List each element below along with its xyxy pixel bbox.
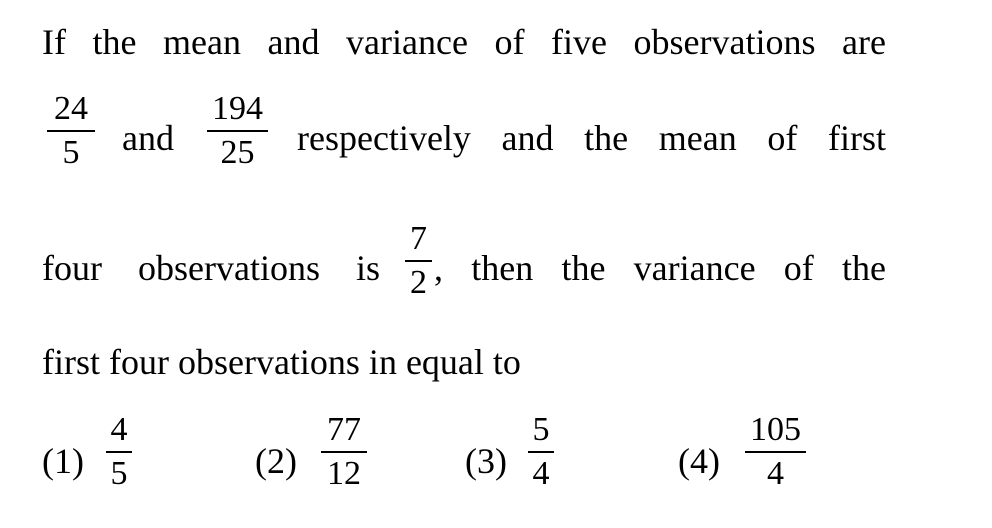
numerator: 4	[110, 411, 128, 448]
numerator: 24	[54, 90, 88, 127]
question-line-1: If the mean and variance of five observa…	[42, 22, 886, 62]
fraction-variance: 194 25	[207, 92, 268, 170]
denominator: 5	[62, 134, 80, 171]
numerator: 105	[750, 411, 801, 448]
numerator: 194	[212, 90, 263, 127]
option-3-fraction: 5 4	[528, 413, 554, 491]
option-2-label: (2)	[255, 441, 297, 481]
denominator: 5	[110, 455, 128, 492]
question-line-4: first four observations in equal to	[42, 342, 521, 382]
option-4-label: (4)	[678, 441, 720, 481]
numerator: 77	[327, 411, 361, 448]
question-line-3-rest: , then the variance of the	[434, 248, 886, 288]
option-2-fraction: 77 12	[321, 413, 367, 491]
denominator: 12	[327, 455, 361, 492]
question-line-2: respectively and the mean of first	[297, 118, 886, 158]
denominator: 4	[767, 455, 784, 492]
question-line-3-start: four observations is	[42, 248, 380, 288]
and-word: and	[122, 118, 174, 158]
denominator: 25	[220, 134, 255, 171]
fraction-mean: 24 5	[47, 92, 95, 170]
fraction-mean-four: 7 2	[405, 222, 432, 300]
numerator: 5	[532, 411, 550, 448]
option-1-label: (1)	[42, 441, 84, 481]
option-4-fraction: 105 4	[745, 413, 806, 491]
question-page: If the mean and variance of five observa…	[0, 0, 992, 528]
numerator: 7	[410, 220, 427, 257]
denominator: 4	[532, 455, 550, 492]
denominator: 2	[410, 264, 427, 301]
option-3-label: (3)	[465, 441, 507, 481]
option-1-fraction: 4 5	[106, 413, 132, 491]
